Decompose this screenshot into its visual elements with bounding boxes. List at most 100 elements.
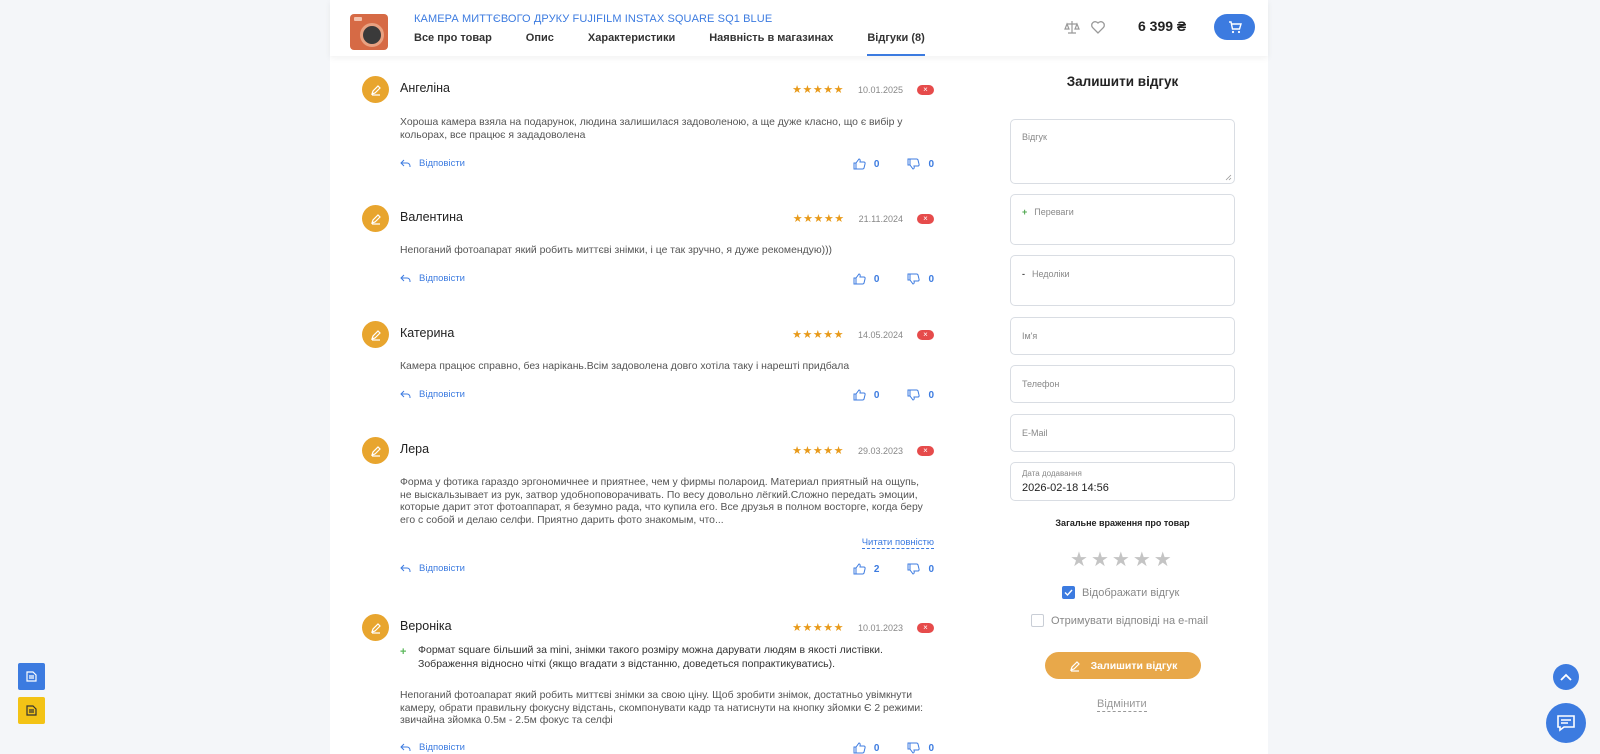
product-thumbnail[interactable] <box>350 14 388 50</box>
thumbs-up-icon <box>853 158 866 170</box>
dislike-button[interactable]: 0 <box>907 563 934 575</box>
like-count: 0 <box>873 389 880 401</box>
tab-all-about[interactable]: Все про товар <box>414 32 492 56</box>
phone-field[interactable]: Телефон <box>1010 365 1235 403</box>
report-badge[interactable]: × <box>917 213 934 224</box>
floating-widget-blue[interactable] <box>18 663 45 690</box>
rating-star[interactable]: ★ <box>1133 547 1151 572</box>
review-text: Форма у фотика гараздо эргономичнее и пр… <box>400 477 923 526</box>
resize-handle-icon[interactable] <box>1225 174 1232 181</box>
review-meta: ★★★★★ 14.05.2024 × <box>792 328 934 341</box>
sticky-product-header: КАМЕРА МИТТЄВОГО ДРУКУ FUJIFILM INSTAX S… <box>330 0 1268 56</box>
rating-star[interactable]: ★ <box>1154 547 1172 572</box>
reply-icon <box>400 743 411 751</box>
reviewer-name: Лера <box>400 442 430 456</box>
minus-icon: - <box>1022 269 1025 279</box>
name-field[interactable]: Ім'я <box>1010 317 1235 355</box>
thumbs-down-icon <box>907 563 921 575</box>
reply-link[interactable]: Відповісти <box>400 389 465 400</box>
dislike-button[interactable]: 0 <box>907 158 934 170</box>
like-button[interactable]: 2 <box>853 563 880 575</box>
pros-label: + Переваги <box>1022 207 1074 217</box>
dislike-button[interactable]: 0 <box>907 742 934 754</box>
checkbox-unchecked[interactable] <box>1031 614 1044 627</box>
review-meta: ★★★★★ 10.01.2025 × <box>792 83 934 96</box>
read-more-link[interactable]: Читати повністю <box>861 537 934 549</box>
date-field[interactable]: Дата додавання 2026-02-18 14:56 <box>1010 462 1235 501</box>
dislike-button[interactable]: 0 <box>907 389 934 401</box>
review-votes: 0 0 <box>825 742 934 754</box>
like-button[interactable]: 0 <box>853 742 880 754</box>
rating-star[interactable]: ★ <box>1070 547 1088 572</box>
pencil-icon <box>370 445 381 457</box>
reply-link[interactable]: Відповісти <box>400 563 465 574</box>
submit-review-button[interactable]: Залишити відгук <box>1045 652 1201 679</box>
report-badge[interactable]: × <box>917 329 934 340</box>
review-textarea[interactable]: Відгук <box>1010 119 1235 184</box>
product-title[interactable]: КАМЕРА МИТТЄВОГО ДРУКУ FUJIFILM INSTAX S… <box>414 13 772 25</box>
email-replies-checkbox[interactable]: Отримувати відповіді на e-mail <box>1031 614 1208 627</box>
pros-placeholder: Переваги <box>1034 207 1074 217</box>
dislike-count: 0 <box>928 742 934 754</box>
review-date: 14.05.2024 <box>857 329 903 340</box>
like-count: 0 <box>873 742 880 754</box>
like-button[interactable]: 0 <box>853 389 880 401</box>
reviewer-name: Катерина <box>400 326 455 340</box>
thumbs-up-icon <box>853 389 866 401</box>
reply-link[interactable]: Відповісти <box>400 742 465 753</box>
thumbs-down-icon <box>907 158 921 170</box>
chat-button[interactable] <box>1546 703 1586 743</box>
reply-icon <box>400 159 411 167</box>
review-avatar <box>362 437 389 464</box>
review-pros: + Формат square більший за mini, знімки … <box>400 644 930 671</box>
like-count: 2 <box>873 563 880 575</box>
cancel-button[interactable]: Відмінити <box>1097 698 1147 712</box>
tab-reviews[interactable]: Відгуки (8) <box>867 32 925 56</box>
email-field[interactable]: E-Mail <box>1010 414 1235 452</box>
heart-icon[interactable] <box>1090 19 1106 35</box>
review-text: Непоганий фотоапарат який робить миттєві… <box>400 245 833 256</box>
thumbs-down-icon <box>907 742 921 754</box>
review-text: Непоганий фотоапарат який робить миттєві… <box>400 690 924 726</box>
tab-availability[interactable]: Наявність в магазинах <box>709 32 833 56</box>
like-button[interactable]: 0 <box>853 273 879 285</box>
review-votes: 2 0 <box>825 563 934 575</box>
reply-label: Відповісти <box>419 742 465 753</box>
reply-link[interactable]: Відповісти <box>400 273 465 284</box>
checkbox-checked[interactable] <box>1062 586 1075 599</box>
like-button[interactable]: 0 <box>853 158 880 170</box>
show-review-checkbox[interactable]: Відображати відгук <box>1062 586 1179 599</box>
report-badge[interactable]: × <box>917 445 934 456</box>
reply-link[interactable]: Відповісти <box>400 158 465 169</box>
pencil-icon <box>370 622 381 634</box>
email-placeholder: E-Mail <box>1022 428 1048 438</box>
dislike-button[interactable]: 0 <box>907 273 934 285</box>
reply-label: Відповісти <box>419 273 465 284</box>
scroll-to-top-button[interactable] <box>1553 664 1579 690</box>
thumbs-up-icon <box>853 742 866 754</box>
reviewer-name: Валентина <box>400 210 464 224</box>
cons-field[interactable]: - Недоліки <box>1010 255 1235 306</box>
reply-label: Відповісти <box>419 563 465 574</box>
plus-icon: + <box>400 646 407 658</box>
review-placeholder: Відгук <box>1022 132 1047 142</box>
report-badge[interactable]: × <box>917 84 934 95</box>
cons-placeholder: Недоліки <box>1032 269 1070 279</box>
review-rating: ★★★★★ <box>792 329 844 341</box>
rating-input[interactable]: ★ ★ ★ ★ ★ <box>1070 547 1175 572</box>
rating-star[interactable]: ★ <box>1112 547 1130 572</box>
add-to-cart-button[interactable] <box>1214 14 1255 40</box>
like-count: 0 <box>873 158 880 170</box>
rating-star[interactable]: ★ <box>1091 547 1109 572</box>
pencil-icon <box>370 329 381 341</box>
tab-description[interactable]: Опис <box>526 32 554 56</box>
dislike-count: 0 <box>928 158 934 170</box>
review-rating: ★★★★★ <box>792 622 844 634</box>
thumbs-up-icon <box>853 563 866 575</box>
floating-widget-yellow[interactable] <box>18 697 45 724</box>
tab-specifications[interactable]: Характеристики <box>588 32 675 56</box>
compare-icon[interactable] <box>1064 19 1080 35</box>
review-text: Хороша камера взяла на подарунок, людина… <box>400 117 903 141</box>
report-badge[interactable]: × <box>917 622 934 633</box>
pros-field[interactable]: + Переваги <box>1010 194 1235 245</box>
